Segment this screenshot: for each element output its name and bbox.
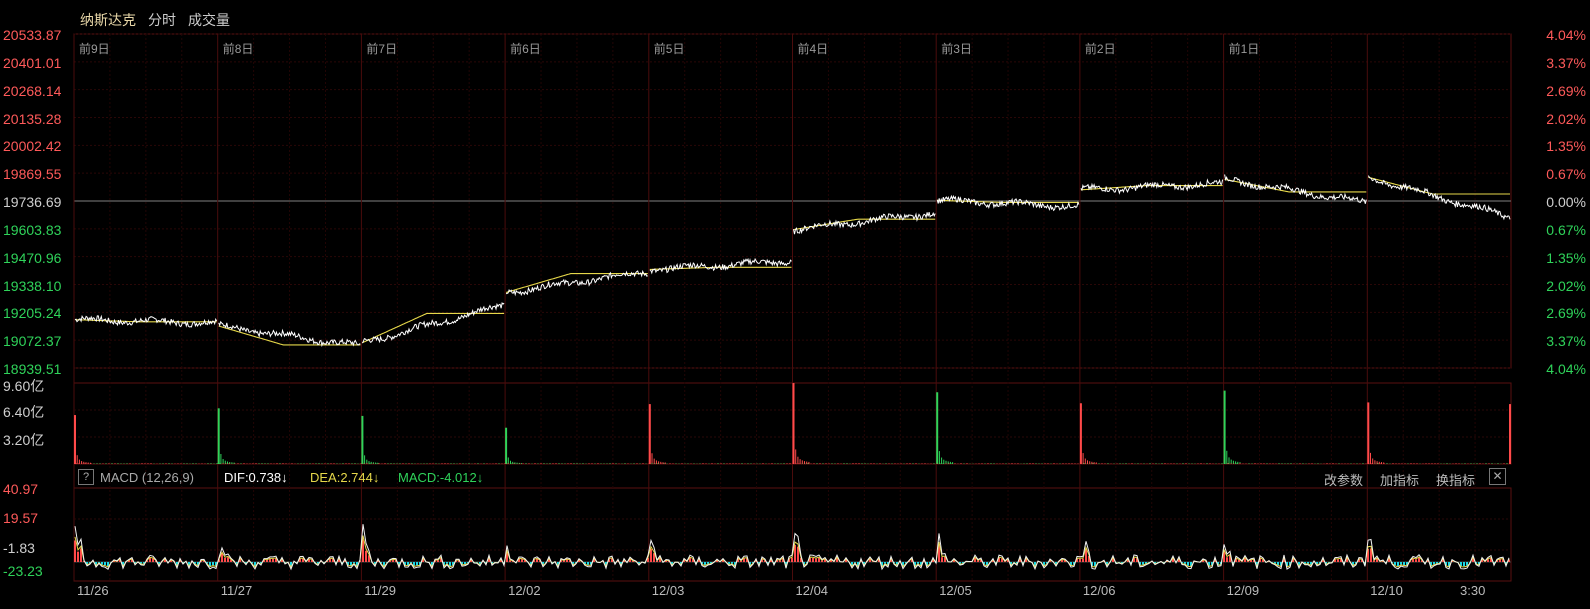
pct-label: 0.67%: [1546, 221, 1586, 238]
help-icon[interactable]: ?: [78, 469, 94, 485]
price-label: 20135.28: [3, 110, 62, 127]
date-label: 11/29: [364, 583, 396, 598]
date-label: 12/03: [651, 583, 685, 598]
macd-name: MACD (12,26,9): [100, 470, 194, 485]
volume-label: 6.40亿: [3, 404, 45, 420]
date-label: 11/26: [77, 583, 109, 598]
pct-label: 2.02%: [1546, 277, 1586, 294]
day-label: 前1日: [1228, 42, 1260, 56]
date-label: 12/02: [508, 583, 541, 598]
date-label: 12/04: [795, 583, 829, 598]
switch-indicator-button[interactable]: 换指标: [1436, 470, 1475, 489]
macd-axis-label: -1.83: [3, 540, 35, 556]
volume-label: 9.60亿: [3, 378, 45, 394]
date-label: 12/09: [1226, 583, 1260, 598]
price-line: [218, 320, 361, 348]
date-label: 12/10: [1370, 583, 1403, 598]
day-label: 前9日: [79, 42, 110, 56]
intraday-chart[interactable]: [0, 0, 1590, 609]
price-label: 19869.55: [3, 166, 62, 183]
pct-label: 1.35%: [1546, 249, 1586, 266]
price-label: 19205.24: [3, 305, 62, 322]
day-label: 前2日: [1084, 42, 1116, 56]
date-label: 3:30: [1460, 583, 1486, 598]
add-indicator-button[interactable]: 加指标: [1380, 470, 1419, 489]
dif-value: DIF:0.738↓: [224, 470, 288, 485]
price-label: 19470.96: [3, 249, 62, 266]
close-icon[interactable]: ✕: [1489, 468, 1506, 485]
grid-lines: [73, 33, 1512, 582]
macd-axis-label: 19.57: [3, 510, 39, 526]
dif-arrow-icon: ↓: [281, 470, 288, 485]
day-label: 前6日: [510, 42, 541, 56]
macd-arrow-icon: ↓: [476, 470, 484, 485]
macd-toolbar: ? MACD (12,26,9) DIF:0.738↓ DEA:2.744↓ M…: [74, 467, 1511, 489]
pct-label: 4.04%: [1546, 361, 1586, 377]
pct-label: 2.69%: [1546, 82, 1586, 99]
macd-value: MACD:-4.012↓: [398, 470, 484, 485]
price-label: 19338.10: [3, 277, 62, 294]
price-label: 19736.69: [3, 194, 62, 210]
price-label: 20533.87: [3, 27, 62, 43]
pct-label: 1.35%: [1546, 138, 1586, 155]
macd-axis-label: 40.97: [3, 481, 39, 497]
pct-label: 3.37%: [1546, 333, 1586, 350]
pct-label: 2.69%: [1546, 305, 1586, 322]
date-label: 12/05: [939, 583, 972, 598]
pct-label: 3.37%: [1546, 54, 1586, 71]
day-label: 前3日: [941, 42, 972, 56]
day-label: 前4日: [797, 42, 829, 56]
change-params-button[interactable]: 改参数: [1324, 470, 1363, 489]
price-label: 20002.42: [3, 138, 62, 155]
price-label: 18939.51: [3, 361, 62, 377]
date-label: 11/27: [220, 583, 253, 598]
dea-arrow-icon: ↓: [372, 470, 380, 485]
dea-value: DEA:2.744↓: [310, 470, 380, 485]
pct-label: 0.67%: [1546, 166, 1586, 183]
pct-label: 4.04%: [1546, 27, 1586, 43]
price-line: [361, 301, 505, 344]
date-label: 12/06: [1082, 583, 1116, 598]
day-label: 前8日: [222, 42, 254, 56]
volume-label: 3.20亿: [3, 432, 45, 448]
pct-label: 2.02%: [1546, 110, 1586, 127]
volume-bars: [74, 383, 1511, 464]
price-label: 19072.37: [3, 333, 62, 350]
day-label: 前7日: [366, 42, 398, 56]
price-label: 20401.01: [3, 54, 62, 71]
macd-axis-label: -23.23: [3, 563, 43, 579]
pct-label: 0.00%: [1546, 194, 1586, 210]
price-label: 20268.14: [3, 82, 62, 99]
day-label: 前5日: [653, 42, 685, 56]
price-label: 19603.83: [3, 221, 62, 238]
